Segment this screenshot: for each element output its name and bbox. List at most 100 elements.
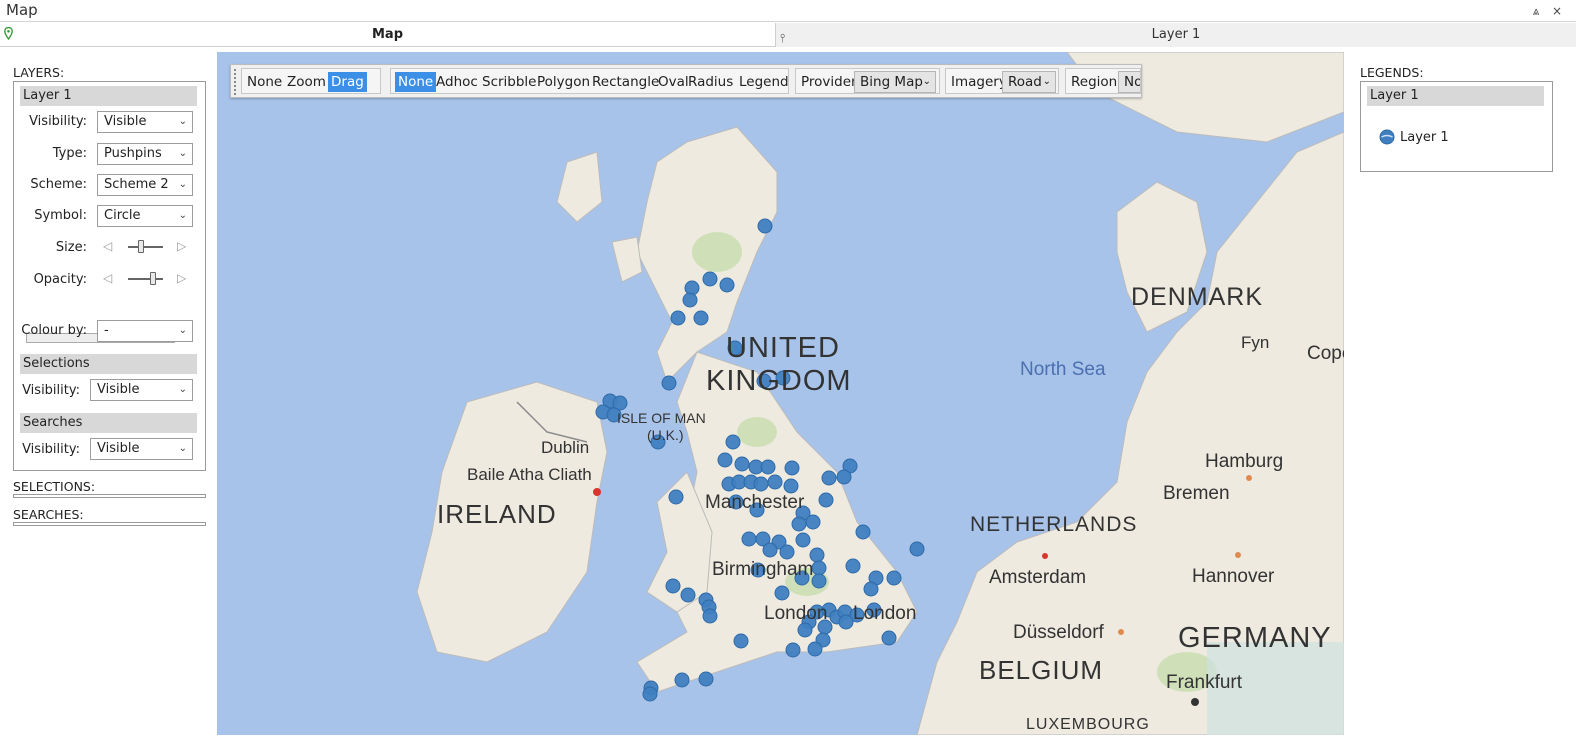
selection-none-button[interactable]: None [395,72,437,92]
toolbar-grip[interactable] [234,69,237,95]
label-united: UNITED [726,332,840,364]
label-amsterdam: Amsterdam [989,567,1087,588]
colour-by-select[interactable]: - ⌄ [97,320,193,342]
map-toolbar: None Zoom Drag None Adhoc Scribble Polyg… [230,64,1142,98]
selections-visibility-label: Visibility: [22,383,80,398]
opacity-label: Opacity: [33,272,87,287]
visibility-label: Visibility: [29,114,87,129]
region-group: Region No [1065,68,1141,94]
tab-map-label: Map [371,27,403,42]
mode-drag-button[interactable]: Drag [328,72,367,92]
label-london-2: London [853,603,917,624]
selections-visibility-value: Visible [97,382,140,397]
layers-label: LAYERS: [13,65,65,80]
legends-panel: LEGENDS: Layer 1 Layer 1 [1347,48,1576,744]
selection-adhoc-button[interactable]: Adhoc [433,72,481,92]
visibility-select[interactable]: Visible ⌄ [97,111,193,133]
label-denmark: DENMARK [1131,283,1264,311]
scheme-select[interactable]: Scheme 2 ⌄ [97,174,193,196]
label-copen: Copen [1307,343,1344,364]
mode-zoom-button[interactable]: Zoom [284,72,329,92]
region-value: No [1124,74,1141,90]
selections-visibility-select[interactable]: Visible ⌄ [90,379,193,401]
mode-group: None Zoom Drag [241,68,381,94]
label-germany: GERMANY [1178,622,1332,654]
label-bremen: Bremen [1163,483,1230,504]
selection-rectangle-button[interactable]: Rectangle [589,72,662,92]
selection-radius-button[interactable]: Radius [685,72,736,92]
provider-value: Bing Map [860,74,923,90]
searches-header[interactable]: Searches [20,413,197,433]
legends-label: LEGENDS: [1360,65,1424,80]
scheme-label: Scheme: [30,177,87,192]
opacity-decrease-icon[interactable]: ◁ [103,271,112,285]
chevron-down-icon: ⌄ [178,179,187,190]
searches-list [13,522,206,526]
label-dusseldorf: Düsseldorf [1013,622,1104,643]
legend-entry-label: Layer 1 [1400,130,1449,145]
region-label: Region [1071,74,1118,90]
selection-scribble-button[interactable]: Scribble [479,72,540,92]
label-london: London [764,603,828,624]
label-ireland: IRELAND [437,499,557,529]
symbol-select[interactable]: Circle ⌄ [97,205,193,227]
searches-visibility-select[interactable]: Visible ⌄ [90,438,193,460]
label-frankfurt: Frankfurt [1166,672,1243,693]
chevron-down-icon: ⌄ [1042,76,1051,87]
provider-label: Provider [801,74,857,90]
colour-by-value: - [104,323,109,338]
type-select[interactable]: Pushpins ⌄ [97,143,193,165]
selection-legend-button[interactable]: Legend [736,72,792,92]
imagery-select[interactable]: Road ⌄ [1002,71,1056,93]
map-marker-icon [4,27,13,40]
chevron-down-icon: ⌄ [178,325,187,336]
tab-bar: Map ⫯ Layer 1 [0,23,1576,47]
close-window-button[interactable]: × [1549,3,1565,19]
label-kingdom: KINGDOM [706,365,852,397]
chevron-down-icon: ⌄ [178,210,187,221]
type-value: Pushpins [104,146,162,161]
window-titlebar: Map ⩓ × [0,0,1576,22]
chevron-down-icon: ⌄ [922,76,931,87]
visibility-value: Visible [104,114,147,129]
layer-settings-box: Layer 1 Visibility: Visible ⌄ Type: Pushp… [13,81,206,471]
chevron-down-icon: ⌄ [178,148,187,159]
region-select[interactable]: No [1118,71,1141,93]
searches-visibility-label: Visibility: [22,442,80,457]
tab-layer-label: Layer 1 [1151,27,1201,42]
chevron-down-icon: ⌄ [178,443,187,454]
selection-polygon-button[interactable]: Polygon [534,72,593,92]
legend-layer-header[interactable]: Layer 1 [1367,86,1544,106]
colour-by-label: Colour by: [21,323,87,338]
mode-none-button[interactable]: None [244,72,285,92]
opacity-slider-thumb[interactable] [149,272,156,285]
size-slider-thumb[interactable] [138,240,145,253]
chevron-down-icon: ⌄ [178,384,187,395]
imagery-value: Road [1008,74,1042,90]
symbol-label: Symbol: [34,208,87,223]
selection-group: None Adhoc Scribble Polygon Rectangle Ov… [390,68,789,94]
label-fyn: Fyn [1241,333,1270,352]
label-baile: Baile Atha Cliath [467,465,592,484]
label-dublin: Dublin [541,438,590,457]
layers-panel: LAYERS: Layer 1 Visibility: Visible ⌄ Typ… [0,48,214,744]
label-netherlands: NETHERLANDS [970,513,1138,536]
label-belgium: BELGIUM [979,655,1104,685]
layer-header[interactable]: Layer 1 [20,86,197,106]
selections-label: SELECTIONS: [13,479,96,494]
tab-map[interactable]: Map [0,23,775,47]
map-canvas[interactable]: UNITED KINGDOM IRELAND Dublin Baile Atha… [217,52,1344,735]
provider-select[interactable]: Bing Map ⌄ [854,71,936,93]
selections-header[interactable]: Selections [20,354,197,374]
size-decrease-icon[interactable]: ◁ [103,239,112,253]
size-increase-icon[interactable]: ▷ [177,239,186,253]
tab-layer-1[interactable]: ⫯ Layer 1 [775,23,1576,47]
pin-icon[interactable]: ⫯ [780,26,785,50]
opacity-slider-track[interactable] [128,278,163,280]
opacity-increase-icon[interactable]: ▷ [177,271,186,285]
size-slider-track[interactable] [128,246,163,248]
window-title: Map [6,1,38,19]
label-hamburg: Hamburg [1205,451,1284,472]
pin-window-button[interactable]: ⩓ [1528,3,1544,19]
label-isle-of-man: ISLE OF MAN [617,410,706,426]
